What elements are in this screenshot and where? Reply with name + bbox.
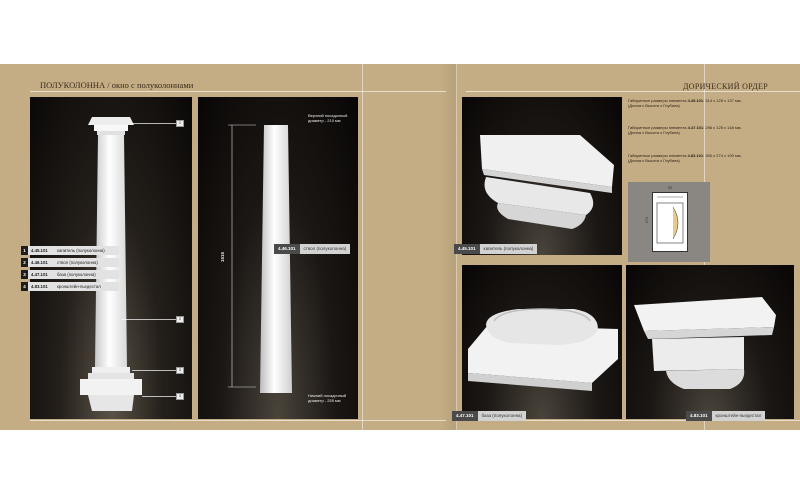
legend-row: 2 4.46.101 ствол (полуколонна) <box>21 258 119 267</box>
legend-name: база (полуколонна) <box>57 272 96 277</box>
callout-marker-3: 3 <box>176 367 184 374</box>
spec-code: 4.83.101 <box>687 153 704 158</box>
bracket-illustration <box>634 297 776 389</box>
spec-note: (Длина x Высота x Глубина) <box>628 103 680 108</box>
legend-row: 3 4.47.101 база (полуколонна) <box>21 270 119 279</box>
label-code: 4.83.101 <box>686 411 712 421</box>
label-code: 4.46.101 <box>274 244 300 254</box>
bottom-diameter-note: Нижний посадочный диаметр - 255 мм <box>308 393 347 403</box>
callout-leader <box>122 319 176 320</box>
catalog-spread: ПОЛУКОЛОННА / окно с полуколоннами ДОРИЧ… <box>0 64 800 430</box>
technical-drawing: 92 274 <box>628 182 710 262</box>
drawing-height-dimension: 274 <box>645 216 650 224</box>
callout-leader <box>142 396 176 397</box>
capital-illustration <box>480 135 614 229</box>
shaft-height-dimension: 1515 <box>220 251 225 262</box>
drawing-width-dimension: 92 <box>668 186 673 190</box>
top-diameter-note: Верхний посадочный диаметр - 210 мм <box>308 113 348 123</box>
base-label: 4.47.101 база (полуколонна) <box>452 411 527 421</box>
bracket-label: 4.83.101 кронштейн-пьедестал <box>686 411 766 421</box>
bottom-rule-left <box>30 420 446 421</box>
label-name: кронштейн-пьедестал <box>715 413 762 418</box>
shaft-panel: Верхний посадочный диаметр - 210 мм Нижн… <box>198 97 358 419</box>
legend-number: 1 <box>21 246 28 255</box>
drawing-sheet <box>652 192 688 252</box>
callout-marker-1: 1 <box>176 120 184 127</box>
legend-number: 2 <box>21 258 28 267</box>
spec-note: (Длина x Высота x Глубина) <box>628 130 680 135</box>
label-name: капитель (полуколонна) <box>483 246 534 251</box>
spec-note: (Длина x Высота x Глубина) <box>628 158 680 163</box>
capital-label: 4.45.101 капитель (полуколонна) <box>454 244 538 254</box>
label-code: 4.47.101 <box>452 411 478 421</box>
legend-number: 4 <box>21 282 28 291</box>
legend-code: 4.46.101 <box>31 260 48 265</box>
spec-dims: : 314 x 125 x 137 мм. <box>703 98 742 103</box>
legend-code: 4.47.101 <box>31 272 48 277</box>
bracket-panel <box>626 265 794 419</box>
page-title-right: ДОРИЧЕСКИЙ ОРДЕР <box>683 82 768 91</box>
callout-leader <box>132 123 176 124</box>
elements-legend: 1 4.45.101 капитель (полуколонна) 2 4.46… <box>21 246 119 294</box>
spec-base: Габаритные размеры элемента 4.47.101: 29… <box>628 125 800 135</box>
base-illustration <box>468 308 618 391</box>
legend-name: ствол (полуколонна) <box>57 260 98 265</box>
callout-leader <box>132 370 176 371</box>
vertical-rule-left <box>362 64 363 430</box>
page-title-left: ПОЛУКОЛОННА / окно с полуколоннами <box>40 80 194 90</box>
spec-code: 4.45.101 <box>687 98 704 103</box>
profile-drawing <box>656 196 684 244</box>
legend-code: 4.83.101 <box>31 284 48 289</box>
label-name: база (полуколонна) <box>481 413 523 418</box>
label-name: ствол (полуколонна) <box>303 246 347 251</box>
label-code: 4.45.101 <box>454 244 480 254</box>
legend-code: 4.45.101 <box>31 248 48 253</box>
callout-marker-2: 2 <box>176 316 184 323</box>
callout-marker-4: 4 <box>176 393 184 400</box>
top-rule-left <box>30 91 446 92</box>
legend-name: капитель (полуколонна) <box>57 248 105 253</box>
base-panel <box>462 265 622 419</box>
shaft-label: 4.46.101 ствол (полуколонна) <box>274 244 351 254</box>
spec-dims: : 296 x 125 x 148 мм. <box>703 125 742 130</box>
spec-dims: : 300 x 274 x 190 мм. <box>703 153 742 158</box>
legend-row: 1 4.45.101 капитель (полуколонна) <box>21 246 119 255</box>
legend-row: 4 4.83.101 кронштейн-пьедестал <box>21 282 119 291</box>
legend-number: 3 <box>21 270 28 279</box>
spec-bracket: Габаритные размеры элемента 4.83.101: 30… <box>628 153 800 163</box>
top-rule-right <box>466 91 800 92</box>
legend-name: кронштейн-пьедестал <box>57 284 101 289</box>
spec-capital: Габаритные размеры элемента 4.45.101: 31… <box>628 98 800 108</box>
spec-code: 4.47.101 <box>687 125 704 130</box>
capital-panel <box>462 97 622 255</box>
